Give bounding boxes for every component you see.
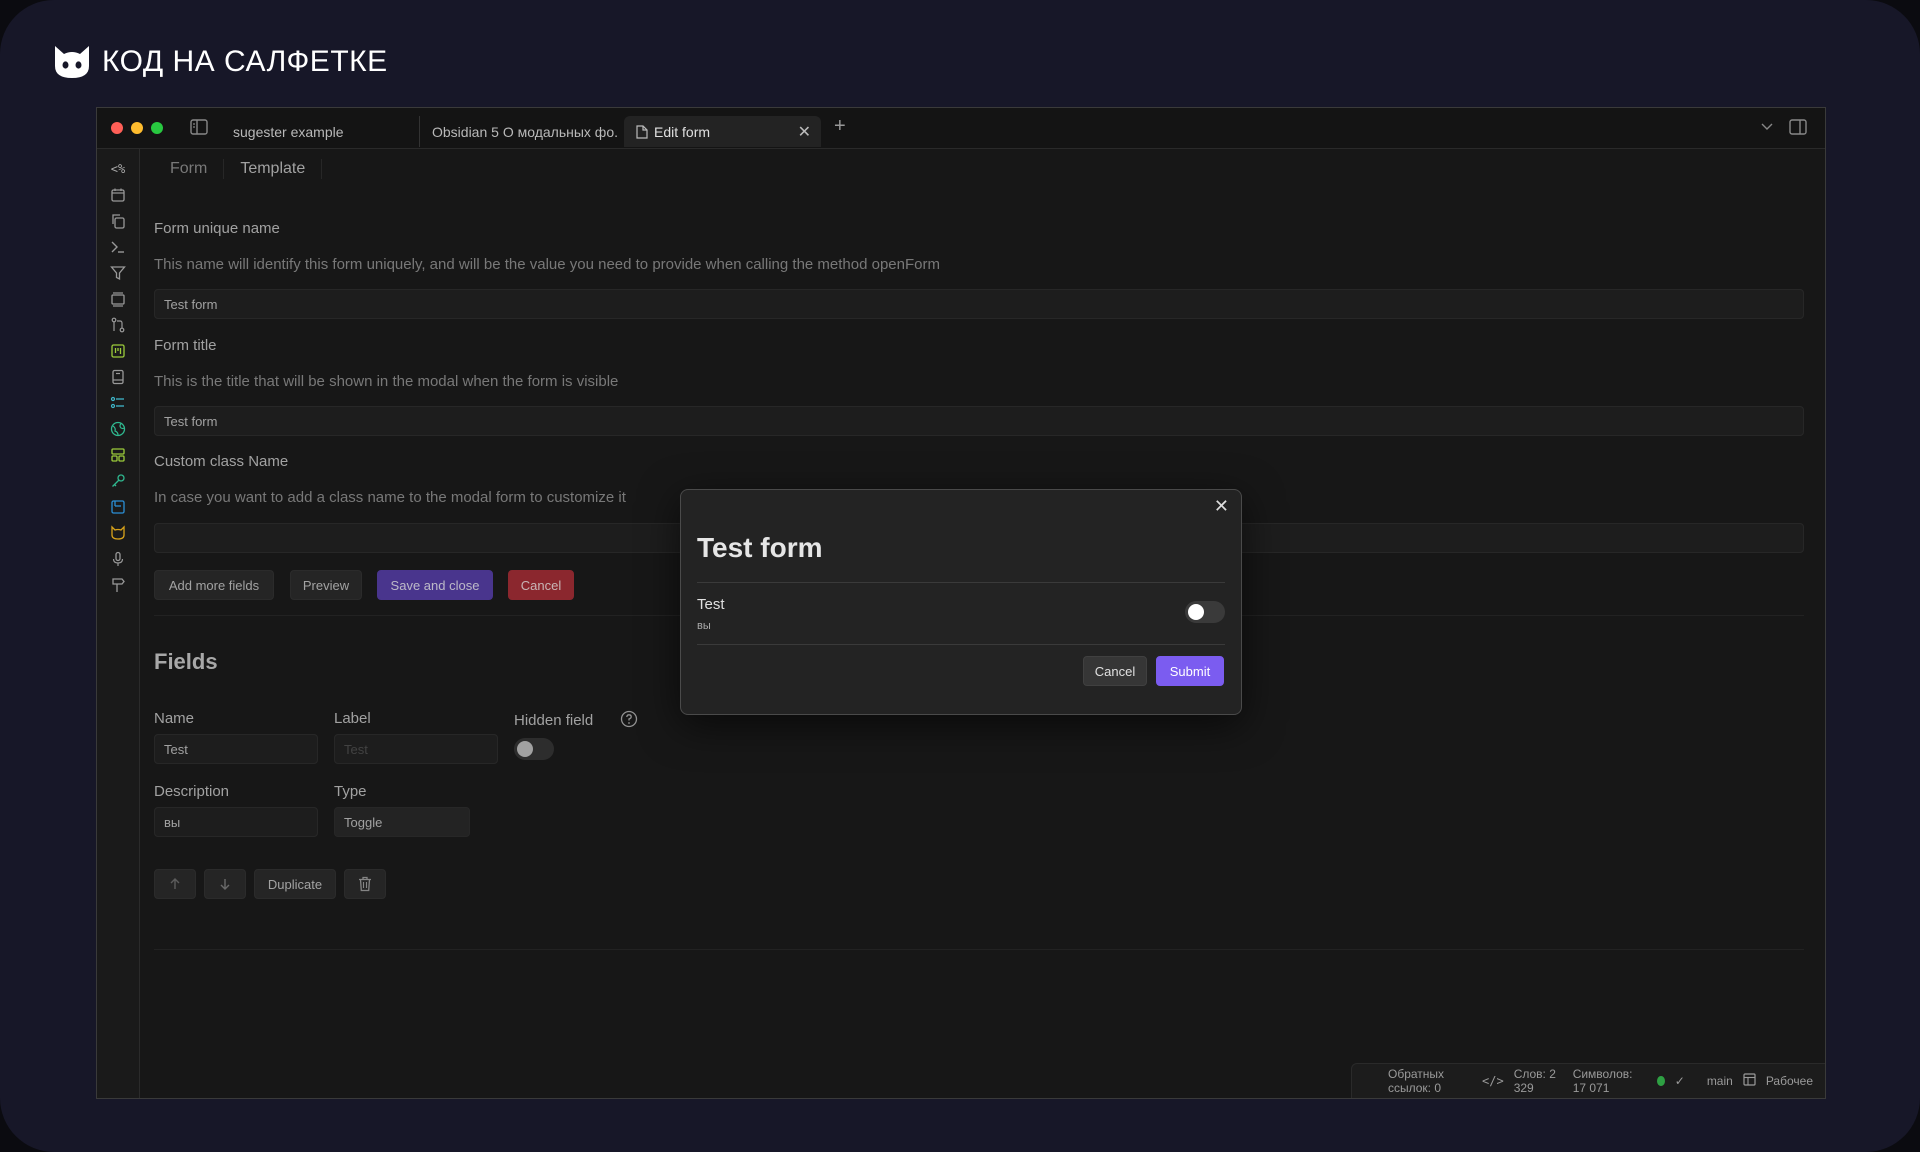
copy-icon[interactable]: [108, 211, 128, 231]
modal-test-toggle[interactable]: [1185, 601, 1225, 623]
form-icon[interactable]: [108, 497, 128, 517]
cat-icon[interactable]: [108, 523, 128, 543]
minimize-window-button[interactable]: [131, 122, 143, 134]
modal-cancel-button[interactable]: Cancel: [1083, 656, 1147, 686]
brand-title: КОД НА САЛФЕТКЕ: [102, 45, 388, 78]
workspace-name[interactable]: Рабочее: [1766, 1074, 1813, 1088]
screenshot-frame: КОД НА САЛФЕТКЕ sugester example Obsidia…: [0, 0, 1920, 1152]
microphone-icon[interactable]: [108, 549, 128, 569]
form-modal: ✕ Test form Test вы Cancel Submit: [680, 489, 1242, 715]
modal-title: Test form: [697, 532, 823, 563]
calendar-icon[interactable]: [108, 185, 128, 205]
maximize-window-button[interactable]: [151, 122, 163, 134]
new-tab-icon[interactable]: +: [834, 115, 846, 138]
close-tab-icon[interactable]: ✕: [798, 122, 811, 142]
slides-icon[interactable]: [108, 289, 128, 309]
cat-logo-icon: [55, 46, 89, 78]
signpost-icon[interactable]: [108, 575, 128, 595]
modal-divider-top: [697, 582, 1225, 583]
modal-divider-bottom: [697, 644, 1225, 645]
modal-close-icon[interactable]: ✕: [1214, 496, 1229, 517]
git-branch[interactable]: main: [1707, 1074, 1733, 1088]
kanban-icon[interactable]: [108, 341, 128, 361]
backlinks-count[interactable]: Обратных ссылок: 0: [1388, 1067, 1472, 1095]
tab-obsidian-modal[interactable]: Obsidian 5 О модальных фо...: [419, 116, 619, 147]
code-icon[interactable]: </>: [1482, 1074, 1504, 1088]
word-count: Слов: 2 329: [1513, 1067, 1556, 1095]
workspace-icon: [1743, 1073, 1756, 1089]
modal-submit-button[interactable]: Submit: [1156, 656, 1224, 686]
book-icon[interactable]: [108, 367, 128, 387]
terminal-icon[interactable]: [108, 237, 128, 257]
sync-status-dot[interactable]: [1657, 1076, 1665, 1086]
modal-field-label: Test: [697, 596, 725, 613]
filter-icon[interactable]: [108, 263, 128, 283]
key-icon[interactable]: [108, 471, 128, 491]
close-window-button[interactable]: [111, 122, 123, 134]
brand: КОД НА САЛФЕТКЕ: [52, 44, 388, 80]
sidebar-toggle-icon[interactable]: [190, 119, 208, 135]
dashboard-icon[interactable]: [108, 445, 128, 465]
tab-label: Obsidian 5 О модальных фо...: [432, 123, 619, 140]
templater-icon[interactable]: <%: [108, 159, 128, 179]
check-icon[interactable]: ✓: [1675, 1074, 1685, 1088]
toggle-knob: [1188, 604, 1204, 620]
file-icon: [636, 124, 648, 139]
modal-field-description: вы: [697, 620, 711, 632]
status-bar: Обратных ссылок: 0 </> Слов: 2 329 Симво…: [1351, 1063, 1825, 1098]
globe-icon[interactable]: [108, 419, 128, 439]
git-compare-icon[interactable]: [108, 315, 128, 335]
tab-sugester-example[interactable]: sugester example: [221, 116, 411, 147]
chevron-down-icon[interactable]: [1761, 122, 1773, 132]
char-count: Символов: 17 071: [1572, 1067, 1633, 1095]
tab-label: sugester example: [233, 123, 344, 140]
title-bar: sugester example Obsidian 5 О модальных …: [97, 108, 1825, 149]
task-list-icon[interactable]: [108, 393, 128, 413]
left-ribbon: <%: [97, 149, 140, 1098]
tab-label: Edit form: [654, 123, 711, 140]
tab-edit-form[interactable]: Edit form ✕: [624, 116, 821, 147]
right-sidebar-toggle-icon[interactable]: [1789, 119, 1807, 135]
